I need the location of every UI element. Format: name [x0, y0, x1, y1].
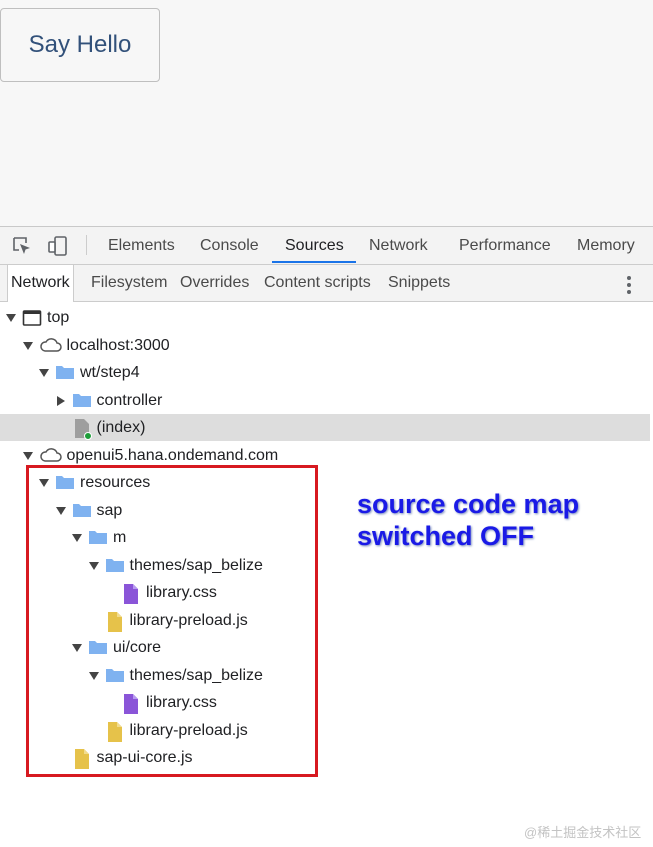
expand-arrow-down-icon[interactable]: [39, 368, 49, 378]
tree-item[interactable]: ui/core: [0, 634, 650, 661]
folder-icon: [55, 473, 75, 500]
tree-item-label: themes/sap_belize: [129, 557, 263, 574]
say-hello-button[interactable]: Say Hello: [0, 8, 160, 82]
tab-sources[interactable]: Sources: [285, 227, 344, 264]
js-file-icon: [72, 748, 92, 779]
toolbar-divider: [86, 235, 87, 255]
tree-item[interactable]: controller: [0, 387, 650, 414]
tree-item-label: resources: [80, 474, 151, 491]
tree-item-label: themes/sap_belize: [129, 667, 263, 684]
tree-item-label: top: [47, 309, 70, 326]
inspect-element-icon[interactable]: [12, 236, 32, 256]
tab-elements[interactable]: Elements: [108, 227, 175, 264]
tree-item[interactable]: wt/step4: [0, 359, 650, 386]
tree-item-label: localhost:3000: [66, 337, 170, 354]
tab-memory[interactable]: Memory: [577, 227, 635, 264]
more-options-icon[interactable]: [624, 274, 634, 294]
app-preview: Say Hello: [0, 0, 653, 226]
expand-arrow-down-icon[interactable]: [22, 451, 33, 461]
sources-navigator-tabs: Network Filesystem Overrides Content scr…: [0, 265, 653, 302]
tree-item-label: library.css: [146, 694, 217, 711]
tree-item-label: ui/core: [113, 639, 162, 656]
subtab-snippets[interactable]: Snippets: [388, 265, 450, 301]
devtools-main-toolbar: Elements Console Sources Network Perform…: [0, 227, 653, 265]
tree-item-label: (index): [96, 419, 146, 436]
tab-console[interactable]: Console: [200, 227, 259, 264]
tree-item[interactable]: top: [0, 304, 650, 331]
tree-item-label: wt/step4: [80, 364, 140, 381]
tree-item-label: sap: [96, 502, 123, 519]
tree-item[interactable]: library.css: [0, 579, 650, 606]
expand-arrow-down-icon[interactable]: [6, 313, 16, 323]
subtab-overrides[interactable]: Overrides: [180, 265, 249, 301]
expand-arrow-down-icon[interactable]: [88, 561, 99, 571]
tree-item-label: library.css: [146, 584, 217, 601]
tree-item-label: library-preload.js: [129, 722, 248, 739]
folder-icon: [88, 528, 108, 555]
tree-item[interactable]: openui5.hana.ondemand.com: [0, 442, 650, 469]
tree-item-label: library-preload.js: [129, 612, 248, 629]
expand-arrow-down-icon[interactable]: [72, 643, 82, 653]
tree-item[interactable]: localhost:3000: [0, 332, 650, 359]
expand-arrow-down-icon[interactable]: [88, 671, 99, 681]
tree-item[interactable]: library.css: [0, 689, 650, 716]
tree-item[interactable]: (index): [0, 414, 650, 441]
watermark: @稀土掘金技术社区: [524, 825, 642, 840]
folder-icon: [55, 363, 75, 390]
tree-item-label: openui5.hana.ondemand.com: [66, 447, 279, 464]
annotation-text: source code map switched OFF: [357, 489, 580, 551]
device-toolbar-icon[interactable]: [48, 236, 68, 256]
folder-icon: [88, 638, 108, 665]
subtab-network[interactable]: Network: [7, 265, 74, 302]
tab-performance[interactable]: Performance: [459, 227, 551, 264]
tree-item[interactable]: sap-ui-core.js: [0, 744, 650, 771]
subtab-filesystem[interactable]: Filesystem: [91, 265, 167, 301]
tree-item-label: controller: [96, 392, 163, 409]
expand-arrow-down-icon[interactable]: [55, 506, 66, 516]
subtab-content-scripts[interactable]: Content scripts: [264, 265, 371, 301]
expand-arrow-right-icon[interactable]: [56, 396, 66, 406]
tree-item-label: sap-ui-core.js: [96, 749, 193, 766]
tree-item[interactable]: library-preload.js: [0, 607, 650, 634]
tree-item[interactable]: themes/sap_belize: [0, 552, 650, 579]
tab-network[interactable]: Network: [369, 227, 428, 264]
tree-item[interactable]: library-preload.js: [0, 717, 650, 744]
expand-arrow-down-icon[interactable]: [22, 341, 33, 351]
expand-arrow-down-icon[interactable]: [39, 478, 49, 488]
expand-arrow-down-icon[interactable]: [72, 533, 82, 543]
tree-item-label: m: [113, 529, 127, 546]
tree-item[interactable]: themes/sap_belize: [0, 662, 650, 689]
active-tab-indicator: [272, 261, 356, 263]
